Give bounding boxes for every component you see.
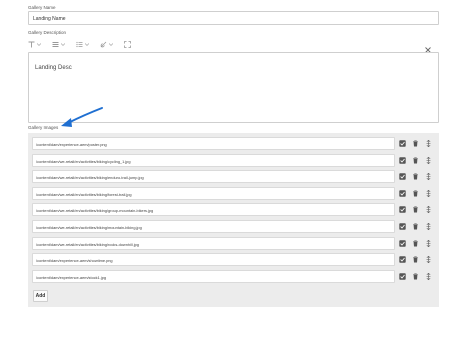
reorder-handle-icon[interactable] bbox=[425, 156, 432, 164]
browse-check-icon[interactable] bbox=[399, 140, 406, 147]
gallery-image-row: /content/dam/we-retail/en/activities/bik… bbox=[32, 236, 435, 250]
delete-icon[interactable] bbox=[412, 190, 419, 197]
image-path-input[interactable]: /content/dam/we-retail/en/activities/bik… bbox=[32, 220, 395, 233]
annotation-arrow-icon bbox=[61, 107, 103, 127]
delete-icon[interactable] bbox=[412, 206, 419, 213]
reorder-handle-icon[interactable] bbox=[425, 256, 432, 264]
gallery-image-row: /content/dam/we-retail/en/activities/bik… bbox=[32, 170, 435, 184]
browse-check-icon[interactable] bbox=[399, 256, 406, 263]
reorder-handle-icon[interactable] bbox=[425, 223, 432, 230]
reorder-handle-icon[interactable] bbox=[425, 239, 432, 247]
link-button[interactable] bbox=[100, 41, 113, 48]
chevron-down-icon bbox=[37, 42, 41, 46]
gallery-images-label: Gallery Images bbox=[28, 125, 59, 130]
gallery-image-row: /content/dam/we-retail/en/activities/bik… bbox=[32, 186, 435, 200]
chevron-down-icon bbox=[85, 42, 89, 46]
reorder-handle-icon[interactable] bbox=[425, 272, 432, 280]
delete-icon[interactable] bbox=[412, 256, 419, 263]
browse-check-icon[interactable] bbox=[399, 239, 406, 247]
gallery-description-label: Gallery Description bbox=[28, 30, 67, 35]
browse-check-icon[interactable] bbox=[399, 223, 406, 230]
reorder-handle-icon[interactable] bbox=[425, 173, 432, 181]
list-icon bbox=[76, 41, 83, 47]
gallery-images-multifield: /content/dam/experience-aem/poster.png/c… bbox=[28, 133, 439, 307]
reorder-handle-icon[interactable] bbox=[425, 140, 432, 147]
chevron-down-icon bbox=[61, 42, 65, 46]
image-path-input[interactable]: /content/dam/experience-aem/stock1.jpg bbox=[32, 269, 395, 283]
gallery-image-row: /content/dam/we-retail/en/activities/bik… bbox=[32, 153, 435, 167]
text-format-icon bbox=[28, 41, 35, 47]
image-path-input[interactable]: /content/dam/experience-aem/poster.png bbox=[32, 137, 395, 150]
rte-toolbar bbox=[28, 38, 439, 53]
gallery-image-row: /content/dam/we-retail/en/activities/bik… bbox=[32, 203, 435, 217]
add-button[interactable]: Add bbox=[33, 290, 48, 302]
gallery-name-input[interactable]: Landing Name bbox=[28, 11, 439, 25]
paragraph-icon bbox=[52, 41, 59, 47]
browse-check-icon[interactable] bbox=[399, 206, 406, 214]
browse-check-icon[interactable] bbox=[399, 190, 406, 197]
image-path-input[interactable]: /content/dam/we-retail/en/activities/bik… bbox=[32, 236, 395, 250]
delete-icon[interactable] bbox=[412, 223, 419, 230]
image-path-input[interactable]: /content/dam/we-retail/en/activities/bik… bbox=[32, 153, 395, 167]
gallery-image-row: /content/dam/experience-aem/poster.png bbox=[32, 137, 435, 150]
delete-icon[interactable] bbox=[412, 140, 419, 147]
image-path-input[interactable]: /content/dam/we-retail/en/activities/bik… bbox=[32, 203, 395, 217]
browse-check-icon[interactable] bbox=[399, 173, 406, 180]
paragraph-format-button[interactable] bbox=[52, 41, 65, 48]
delete-icon[interactable] bbox=[412, 157, 419, 164]
text-format-button[interactable] bbox=[28, 41, 41, 48]
reorder-handle-icon[interactable] bbox=[425, 206, 432, 214]
image-path-input[interactable]: /content/dam/experience-aem/showtime.png bbox=[32, 253, 395, 267]
list-button[interactable] bbox=[76, 41, 89, 48]
delete-icon[interactable] bbox=[412, 273, 419, 280]
link-icon bbox=[100, 41, 107, 47]
gallery-name-label: Gallery Name bbox=[28, 5, 56, 10]
reorder-handle-icon[interactable] bbox=[425, 189, 432, 197]
delete-icon[interactable] bbox=[412, 240, 419, 247]
gallery-image-row: /content/dam/we-retail/en/activities/bik… bbox=[32, 220, 435, 233]
image-path-input[interactable]: /content/dam/we-retail/en/activities/bik… bbox=[32, 186, 395, 200]
fullscreen-button[interactable] bbox=[124, 40, 131, 48]
chevron-down-icon bbox=[109, 42, 113, 46]
gallery-image-row: /content/dam/experience-aem/stock1.jpg bbox=[32, 269, 435, 283]
browse-check-icon[interactable] bbox=[399, 156, 406, 164]
image-path-input[interactable]: /content/dam/we-retail/en/activities/bik… bbox=[32, 170, 395, 184]
delete-icon[interactable] bbox=[412, 173, 419, 180]
browse-check-icon[interactable] bbox=[399, 273, 406, 280]
gallery-image-row: /content/dam/experience-aem/showtime.png bbox=[32, 253, 435, 267]
fullscreen-icon bbox=[124, 40, 131, 48]
